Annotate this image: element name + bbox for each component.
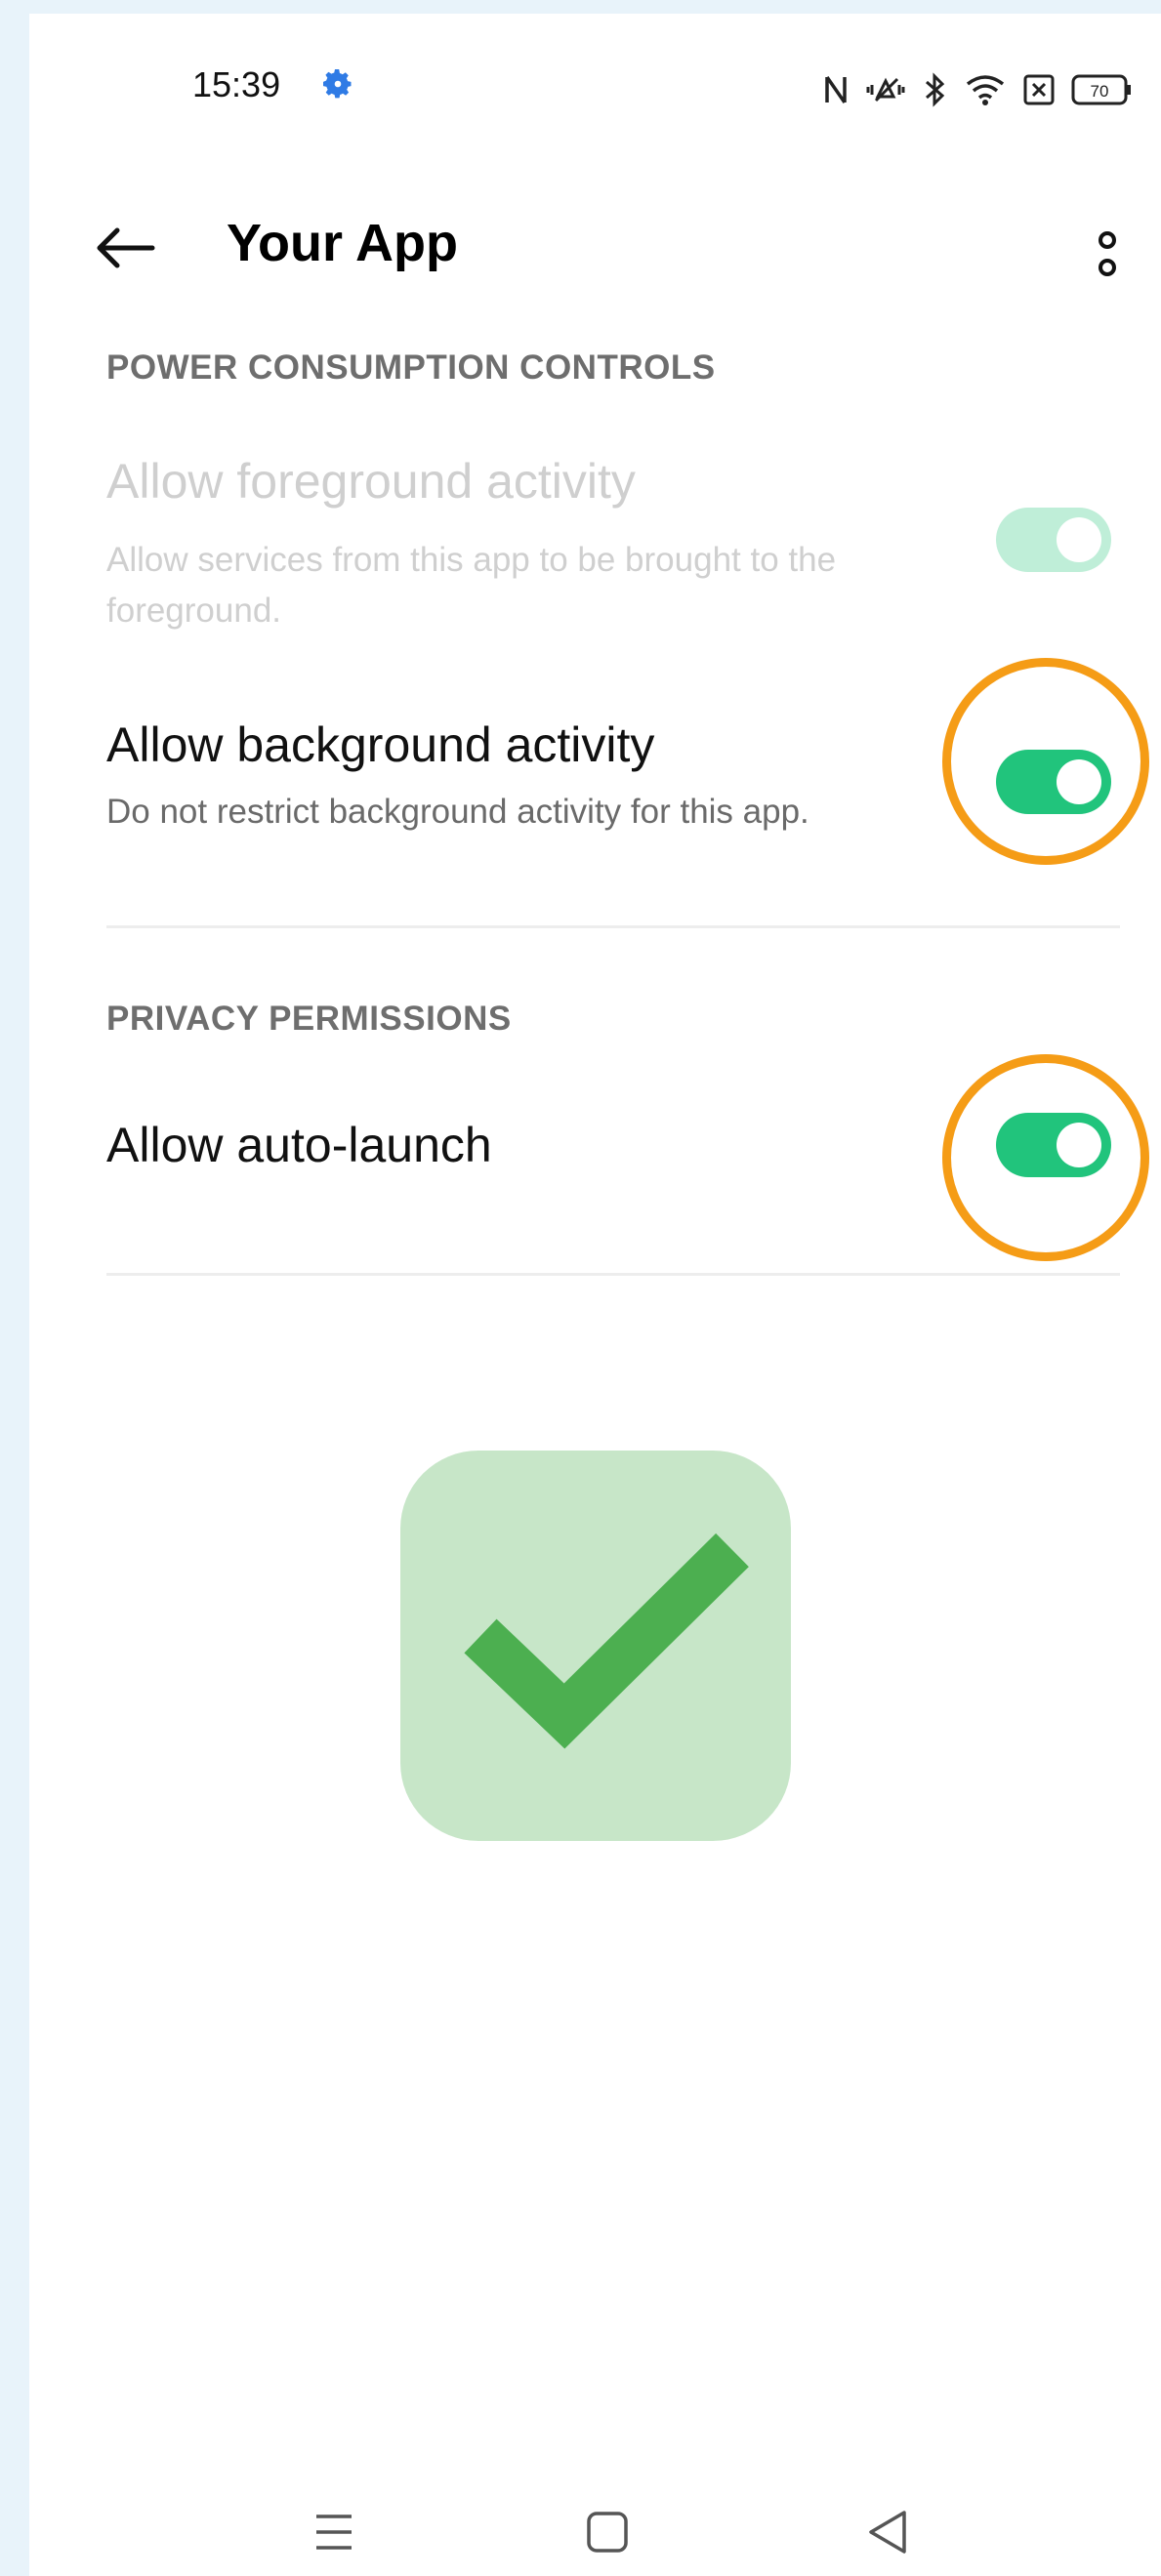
menu-icon[interactable]: [305, 2503, 363, 2561]
foreground-activity-title: Allow foreground activity: [106, 454, 636, 509]
checkmark-icon: [464, 1533, 749, 1749]
bluetooth-icon: [926, 72, 945, 107]
divider: [106, 1273, 1120, 1276]
status-bar: 15:39 70: [29, 14, 1161, 160]
background-activity-title: Allow background activity: [106, 717, 655, 772]
toggle-knob: [1057, 517, 1101, 562]
highlight-ring-auto-launch: [942, 1054, 1149, 1261]
status-icons: 70: [823, 70, 1132, 109]
home-square-icon[interactable]: [578, 2503, 637, 2561]
phone-screen: 15:39 70 Your App POWER CONSUMPTION CONT…: [29, 14, 1161, 2576]
foreground-activity-subtitle: Allow services from this app to be broug…: [106, 541, 837, 630]
wifi-icon: [966, 75, 1005, 105]
settings-gear-icon: [323, 69, 352, 99]
foreground-activity-row: Allow foreground activity Allow services…: [29, 453, 1161, 648]
privacy-section-header: PRIVACY PERMISSIONS: [106, 1000, 512, 1038]
foreground-activity-toggle: [996, 508, 1111, 572]
background-activity-subtitle: Do not restrict background activity for …: [106, 793, 809, 831]
back-arrow-icon[interactable]: [94, 225, 156, 271]
nfc-icon: [825, 76, 847, 103]
success-check-card: [400, 1451, 791, 1841]
status-time: 15:39: [192, 64, 281, 104]
sim-icon: [1023, 74, 1055, 105]
auto-launch-title: Allow auto-launch: [106, 1118, 492, 1172]
app-bar: Your App: [29, 199, 1161, 297]
more-options-icon[interactable]: [1093, 228, 1122, 283]
vibrate-icon: [866, 77, 905, 102]
highlight-ring-background: [942, 658, 1149, 865]
divider: [106, 925, 1120, 928]
battery-level: 70: [1091, 82, 1109, 101]
navigation-bar: [29, 2493, 1161, 2571]
page-title: Your App: [227, 214, 458, 272]
back-triangle-icon[interactable]: [859, 2503, 918, 2561]
power-section-header: POWER CONSUMPTION CONTROLS: [106, 348, 716, 387]
battery-icon: 70: [1071, 74, 1131, 105]
